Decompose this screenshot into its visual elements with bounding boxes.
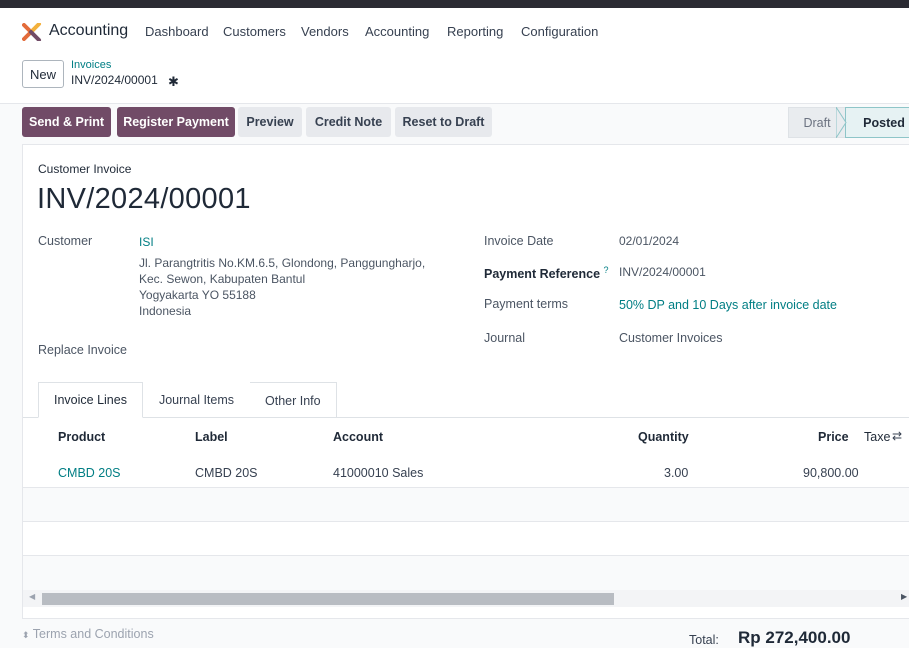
total-label: Total:: [689, 633, 719, 647]
horizontal-scrollbar[interactable]: ◀ ▶: [23, 590, 909, 607]
col-account[interactable]: Account: [333, 430, 383, 444]
customer-label: Customer: [38, 234, 93, 248]
menu-accounting[interactable]: Accounting: [365, 24, 429, 39]
payment-terms-label: Payment terms: [484, 297, 569, 311]
line-account[interactable]: 41000010 Sales: [333, 466, 423, 480]
breadcrumb-current: INV/2024/00001: [71, 73, 158, 87]
col-quantity[interactable]: Quantity: [638, 430, 689, 444]
register-payment-button[interactable]: Register Payment: [117, 107, 235, 137]
optional-columns-icon[interactable]: ⇄: [892, 429, 902, 443]
tab-invoice-lines[interactable]: Invoice Lines: [38, 382, 143, 418]
sort-icon: ⬍: [22, 630, 30, 640]
customer-address: Jl. Parangtritis No.KM.6.5, Glondong, Pa…: [139, 255, 425, 319]
address-line: Indonesia: [139, 304, 192, 318]
address-line: Jl. Parangtritis No.KM.6.5, Glondong, Pa…: [139, 256, 426, 270]
gear-icon[interactable]: ✱: [168, 74, 179, 90]
tab-journal-items[interactable]: Journal Items: [143, 382, 250, 418]
line-price[interactable]: 90,800.00: [803, 466, 859, 480]
address-line: Yogyakarta YO 55188: [139, 288, 256, 302]
menu-vendors[interactable]: Vendors: [301, 24, 349, 39]
col-taxes[interactable]: Taxe: [864, 430, 890, 444]
line-label[interactable]: CMBD 20S: [195, 466, 258, 480]
app-name[interactable]: Accounting: [49, 22, 128, 40]
col-price[interactable]: Price: [818, 430, 849, 444]
credit-note-button[interactable]: Credit Note: [306, 107, 391, 137]
menu-dashboard[interactable]: Dashboard: [145, 24, 209, 39]
journal-label: Journal: [484, 331, 525, 345]
scroll-right-icon[interactable]: ▶: [901, 592, 907, 601]
scroll-thumb[interactable]: [42, 593, 614, 605]
status-posted[interactable]: Posted: [845, 107, 909, 138]
col-product[interactable]: Product: [58, 430, 105, 444]
action-bar: Send & Print Register Payment Preview Cr…: [0, 104, 909, 144]
top-strip: [0, 0, 909, 8]
navbar: Accounting Dashboard Customers Vendors A…: [0, 8, 909, 54]
payment-reference-label-text: Payment Reference: [484, 267, 601, 282]
empty-row: [23, 488, 909, 521]
line-quantity[interactable]: 3.00: [664, 466, 688, 480]
control-panel: New Invoices INV/2024/00001 ✱: [0, 54, 909, 104]
accounting-app-icon[interactable]: [22, 23, 42, 41]
journal-field[interactable]: Customer Invoices: [619, 331, 723, 345]
total-amount: Rp 272,400.00: [738, 628, 851, 647]
preview-button[interactable]: Preview: [238, 107, 302, 137]
payment-terms-field[interactable]: 50% DP and 10 Days after invoice date: [619, 298, 837, 312]
document-type: Customer Invoice: [38, 162, 132, 176]
invoice-sheet: Customer Invoice INV/2024/00001 Customer…: [22, 144, 909, 619]
new-button[interactable]: New: [22, 60, 64, 88]
empty-row: [23, 522, 909, 555]
customer-name[interactable]: ISI: [139, 235, 154, 249]
terms-and-conditions[interactable]: ⬍ Terms and Conditions: [22, 627, 154, 641]
line-product[interactable]: CMBD 20S: [58, 466, 121, 480]
terms-label: Terms and Conditions: [32, 627, 154, 641]
tab-other-info[interactable]: Other Info: [250, 382, 337, 418]
scroll-left-icon[interactable]: ◀: [29, 592, 35, 601]
status-arrow-icon: [836, 107, 847, 138]
breadcrumb-invoices[interactable]: Invoices: [71, 59, 111, 71]
reset-to-draft-button[interactable]: Reset to Draft: [395, 107, 492, 137]
empty-row: [23, 556, 909, 590]
menu-customers[interactable]: Customers: [223, 24, 286, 39]
col-label[interactable]: Label: [195, 430, 228, 444]
menu-configuration[interactable]: Configuration: [521, 24, 598, 39]
replace-invoice-label: Replace Invoice: [38, 343, 127, 357]
payment-reference-label: Payment Reference ?: [484, 265, 609, 281]
help-tooltip-icon[interactable]: ?: [604, 265, 609, 275]
payment-reference-field[interactable]: INV/2024/00001: [619, 265, 706, 279]
menu-reporting[interactable]: Reporting: [447, 24, 503, 39]
invoice-date-label: Invoice Date: [484, 234, 554, 248]
notebook-tabs: Invoice Lines Journal Items Other Info: [38, 382, 337, 418]
send-print-button[interactable]: Send & Print: [22, 107, 111, 137]
invoice-number: INV/2024/00001: [37, 183, 251, 215]
invoice-date-field[interactable]: 02/01/2024: [619, 234, 679, 248]
status-bar: Draft Posted: [788, 107, 909, 138]
address-line: Kec. Sewon, Kabupaten Bantul: [139, 272, 306, 286]
